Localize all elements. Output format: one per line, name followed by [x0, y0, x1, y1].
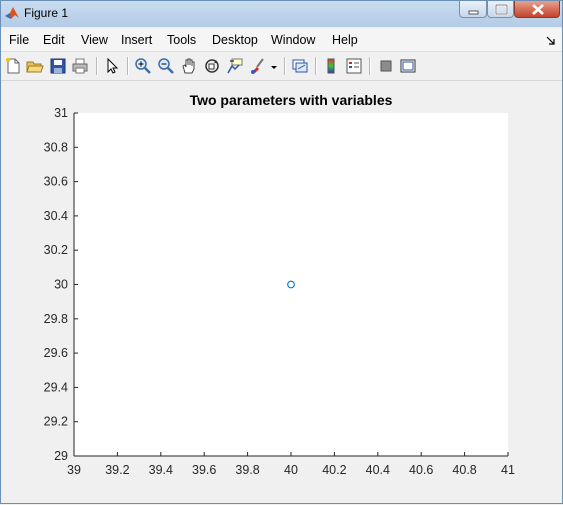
y-tick-label: 29.4 [44, 380, 68, 394]
y-tick-label: 30.2 [44, 243, 68, 257]
y-tick-label: 29 [54, 449, 68, 463]
y-tick-label: 30.8 [44, 140, 68, 154]
x-tick-label: 39.4 [149, 463, 173, 477]
x-tick-label: 41 [501, 463, 515, 477]
x-tick-label: 40.2 [322, 463, 346, 477]
x-tick-label: 40 [284, 463, 298, 477]
y-tick-label: 31 [54, 106, 68, 120]
x-tick-label: 39.2 [105, 463, 129, 477]
x-tick-label: 39 [67, 463, 81, 477]
y-tick-label: 30.6 [44, 175, 68, 189]
y-tick-label: 29.6 [44, 346, 68, 360]
figure-window: Figure 1 File Edit View Insert Tools Des… [0, 0, 563, 504]
x-tick-label: 39.8 [235, 463, 259, 477]
x-tick-label: 40.6 [409, 463, 433, 477]
y-tick-label: 29.2 [44, 415, 68, 429]
x-tick-label: 40.4 [366, 463, 390, 477]
scatter-chart: 39 39.2 39.4 39.6 39.8 40 40.2 40.4 40.6 40.8 41 29… [44, 106, 515, 477]
x-tick-label: 40.8 [452, 463, 476, 477]
y-tick-label: 29.8 [44, 312, 68, 326]
data-point [287, 280, 295, 289]
y-tick-label: 30.4 [44, 209, 68, 223]
x-tick-label: 39.6 [192, 463, 216, 477]
y-tick-label: 30 [54, 278, 68, 292]
